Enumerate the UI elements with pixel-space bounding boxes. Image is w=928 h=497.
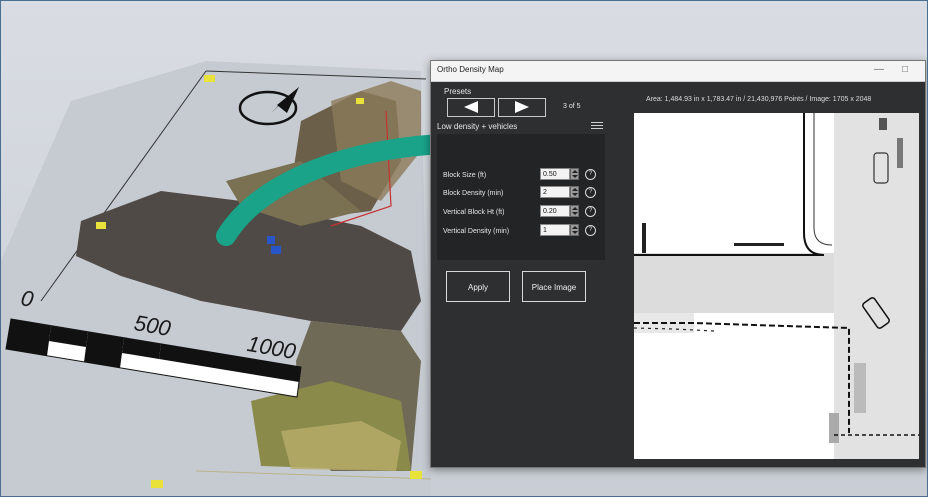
previous-preset-button[interactable]	[447, 98, 495, 117]
help-icon[interactable]: ?	[585, 225, 596, 236]
param-label-block-size: Block Size (ft)	[443, 172, 487, 179]
block-size-input[interactable]: 0.50	[540, 168, 570, 180]
screenshot-frame: 0 500 1000 Ortho Density Map — □ Presets…	[0, 0, 928, 497]
help-icon[interactable]: ?	[585, 187, 596, 198]
dialog-titlebar[interactable]: Ortho Density Map — □	[431, 61, 925, 82]
next-preset-button[interactable]	[498, 98, 546, 117]
density-map-preview[interactable]	[634, 113, 919, 459]
vertical-block-ht-stepper[interactable]	[570, 205, 579, 217]
presets-label: Presets	[444, 87, 472, 96]
place-image-button[interactable]: Place Image	[522, 271, 586, 302]
arrow-left-icon	[464, 101, 478, 113]
vertical-block-ht-input[interactable]: 0.20	[540, 205, 570, 217]
block-density-input[interactable]: 2	[540, 186, 570, 198]
help-icon[interactable]: ?	[585, 169, 596, 180]
minimize-icon[interactable]: —	[869, 63, 889, 77]
param-label-block-density: Block Density (min)	[443, 190, 504, 197]
preset-name: Low density + vehicles	[437, 122, 518, 131]
dialog-title: Ortho Density Map	[437, 65, 504, 74]
arrow-right-icon	[515, 101, 529, 113]
maximize-icon[interactable]: □	[895, 63, 915, 77]
apply-button[interactable]: Apply	[446, 271, 510, 302]
preset-counter: 3 of 5	[563, 103, 581, 110]
help-icon[interactable]: ?	[585, 206, 596, 217]
vertical-density-input[interactable]: 1	[540, 224, 570, 236]
vertical-density-stepper[interactable]	[570, 224, 579, 236]
area-info-text: Area: 1,484.93 in x 1,783.47 in / 21,430…	[646, 96, 872, 103]
density-map-image	[634, 113, 919, 459]
parameters-panel	[437, 134, 605, 260]
block-size-stepper[interactable]	[570, 168, 579, 180]
block-density-stepper[interactable]	[570, 186, 579, 198]
param-label-vertical-block-ht: Vertical Block Ht (ft)	[443, 209, 505, 216]
param-label-vertical-density: Vertical Density (min)	[443, 228, 510, 235]
preset-list-icon[interactable]	[591, 122, 603, 132]
